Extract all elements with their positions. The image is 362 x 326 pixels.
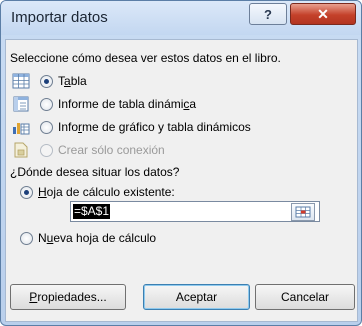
existing-sheet-label[interactable]: Hoja de cálculo existente: bbox=[38, 185, 175, 199]
option-pivot-chart-label[interactable]: Informe de gráfico y tabla dinámicos bbox=[58, 120, 251, 134]
option-connection-only-label: Crear sólo conexión bbox=[58, 143, 165, 157]
dialog-body: Seleccione cómo desea ver estos datos en… bbox=[5, 39, 358, 322]
pivot-chart-icon bbox=[13, 123, 30, 135]
range-select-icon bbox=[295, 206, 311, 218]
radio-connection-only bbox=[40, 144, 53, 157]
help-button[interactable]: ? bbox=[249, 3, 287, 25]
cancel-button[interactable]: Cancelar bbox=[255, 284, 355, 310]
pivot-table-icon bbox=[13, 96, 29, 112]
option-table-label[interactable]: Tabla bbox=[58, 74, 87, 88]
close-button[interactable]: ✕ bbox=[290, 3, 356, 25]
radio-pivot-chart[interactable] bbox=[40, 121, 53, 134]
location-prompt: ¿Dónde desea situar los datos? bbox=[10, 165, 180, 179]
new-sheet-label[interactable]: Nueva hoja de cálculo bbox=[38, 231, 156, 245]
title-bar: Importar datos ? ✕ bbox=[1, 1, 361, 35]
table-icon bbox=[12, 73, 30, 89]
import-data-dialog: Importar datos ? ✕ Seleccione cómo desea… bbox=[0, 0, 362, 326]
radio-table[interactable] bbox=[40, 75, 53, 88]
option-pivot-table-label[interactable]: Informe de tabla dinámica bbox=[58, 97, 196, 111]
range-input[interactable]: =$A$1 bbox=[70, 201, 320, 222]
radio-new-sheet[interactable] bbox=[20, 232, 33, 245]
dialog-title: Importar datos bbox=[11, 9, 108, 26]
range-input-value: =$A$1 bbox=[73, 204, 111, 219]
connection-icon bbox=[14, 142, 28, 158]
view-prompt: Seleccione cómo desea ver estos datos en… bbox=[10, 51, 281, 65]
radio-existing-sheet[interactable] bbox=[20, 186, 33, 199]
accept-button[interactable]: Aceptar bbox=[143, 284, 250, 310]
collapse-dialog-button[interactable] bbox=[291, 203, 315, 221]
radio-pivot-table[interactable] bbox=[40, 98, 53, 111]
properties-button[interactable]: Propiedades... bbox=[10, 284, 126, 310]
